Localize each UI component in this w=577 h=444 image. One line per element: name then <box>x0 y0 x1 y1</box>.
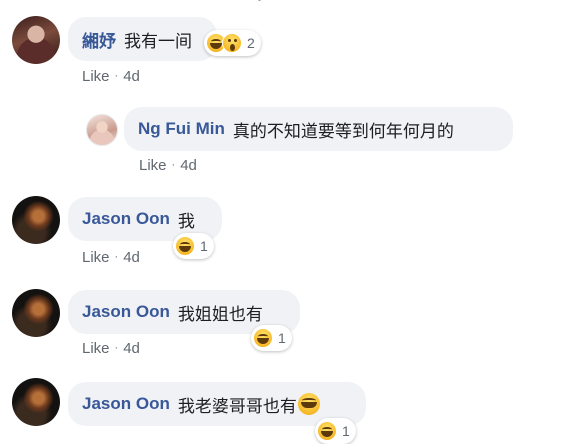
comment-bubble: Ng Fui Min 真的不知道要等到何年何月的 <box>124 107 513 151</box>
haha-icon <box>317 421 337 441</box>
avatar[interactable] <box>12 196 60 244</box>
reaction-count: 1 <box>342 423 350 439</box>
reaction-count: 2 <box>247 35 255 51</box>
avatar[interactable] <box>12 378 60 426</box>
comment-author[interactable]: Ng Fui Min <box>138 119 225 139</box>
reaction-count: 1 <box>278 330 286 346</box>
comment-author[interactable]: 緗妤 <box>82 27 116 52</box>
comment-text: 我有一间 <box>124 31 192 51</box>
comment-actions: Like · 4d <box>82 249 140 266</box>
comment-bubble: 緗妤 我有一间 <box>68 17 217 61</box>
timestamp[interactable]: 4d <box>123 249 140 266</box>
reaction-summary[interactable]: 1 <box>173 233 214 259</box>
like-link[interactable]: Like <box>82 68 110 85</box>
separator-dot: · <box>114 342 119 354</box>
comment-author[interactable]: Jason Oon <box>82 209 170 229</box>
like-link[interactable]: Like <box>82 340 110 357</box>
separator-dot: · <box>114 70 119 82</box>
haha-icon <box>175 236 195 256</box>
separator-dot: · <box>171 159 176 171</box>
avatar[interactable] <box>12 16 60 64</box>
like-link[interactable]: Like <box>82 249 110 266</box>
like-link[interactable]: Like <box>139 157 167 174</box>
separator-dot <box>258 0 261 1</box>
haha-icon <box>297 393 320 415</box>
comment-text: 我姐姐也有 <box>177 304 263 324</box>
comment-actions: Like · 4d <box>82 340 140 357</box>
reaction-summary[interactable]: 2 <box>204 30 261 56</box>
comment-text: 真的不知道要等到何年何月的 <box>232 121 454 141</box>
comment-author[interactable]: Jason Oon <box>82 302 170 322</box>
comment-text: 我老婆哥哥也有 <box>177 396 297 416</box>
laughing-tears-emoji <box>297 393 320 415</box>
reaction-summary[interactable]: 1 <box>315 418 356 444</box>
top-edge <box>0 0 577 4</box>
timestamp[interactable]: 4d <box>123 68 140 85</box>
avatar[interactable] <box>12 289 60 337</box>
reaction-count: 1 <box>200 238 208 254</box>
avatar[interactable] <box>86 114 118 146</box>
timestamp[interactable]: 4d <box>180 157 197 174</box>
separator-dot: · <box>114 251 119 263</box>
haha-icon <box>253 328 273 348</box>
comment-author[interactable]: Jason Oon <box>82 394 170 414</box>
reaction-summary[interactable]: 1 <box>251 325 292 351</box>
comment-actions: Like · 4d <box>139 157 197 174</box>
wow-icon <box>222 33 242 53</box>
comment-text: 我 <box>177 211 195 231</box>
comment-actions: Like · 4d <box>82 68 140 85</box>
timestamp[interactable]: 4d <box>123 340 140 357</box>
